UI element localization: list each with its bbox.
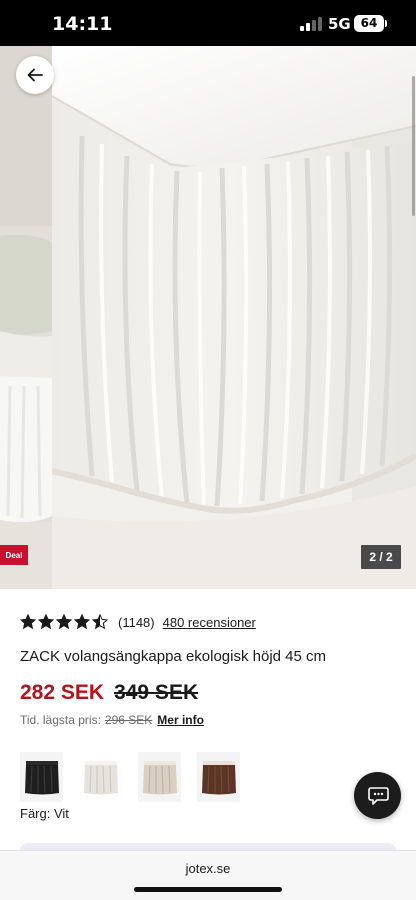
previous-slide-image[interactable] — [0, 46, 52, 589]
chat-button[interactable] — [354, 772, 401, 819]
swatch-white[interactable] — [79, 752, 122, 802]
back-arrow-icon — [27, 68, 43, 82]
star-icon — [74, 614, 90, 630]
status-bar: 14:11 5G 64 — [0, 0, 416, 46]
chat-icon — [367, 786, 389, 805]
home-indicator[interactable] — [134, 887, 282, 892]
more-info-link[interactable]: Mer info — [157, 713, 204, 727]
status-time: 14:11 — [52, 13, 113, 35]
reviews-link[interactable]: 480 recensioner — [163, 615, 256, 630]
color-swatches — [20, 752, 240, 802]
battery-icon: 64 — [354, 15, 384, 32]
current-price: 282 SEK — [20, 681, 105, 704]
original-price: 349 SEK — [114, 681, 199, 704]
swatch-beige[interactable] — [138, 752, 181, 802]
battery-tip — [385, 20, 387, 27]
browser-bar: jotex.se — [0, 850, 416, 900]
deal-badge: Deal — [0, 545, 28, 565]
color-label: Färg: Vit — [20, 806, 69, 821]
swatch-brown[interactable] — [197, 752, 240, 802]
slide-counter: 2 / 2 — [361, 545, 401, 569]
star-icon — [38, 614, 54, 630]
product-title: ZACK volangsängkappa ekologisk höjd 45 c… — [20, 648, 327, 665]
star-icon — [92, 614, 108, 630]
star-icon — [20, 614, 36, 630]
star-icon — [56, 614, 72, 630]
lowest-price-row: Tid. lägsta pris: 296 SEK Mer info — [20, 713, 204, 727]
rating-row: (1148) 480 recensioner — [20, 612, 256, 632]
lowest-price-value: 296 SEK — [104, 713, 153, 727]
lowest-price-label: Tid. lägsta pris: — [20, 713, 101, 727]
back-button[interactable] — [16, 56, 54, 94]
price-row: 282 SEK 349 SEK — [20, 681, 198, 705]
signal-icon — [300, 17, 322, 31]
rating-count: (1148) — [118, 614, 155, 630]
rating-stars — [20, 614, 108, 630]
url-text[interactable]: jotex.se — [0, 861, 416, 876]
main-product-image[interactable] — [52, 46, 416, 589]
product-image-gallery[interactable]: Deal 2 / 2 — [0, 46, 416, 589]
network-type: 5G — [328, 15, 351, 33]
swatch-black[interactable] — [20, 752, 63, 802]
